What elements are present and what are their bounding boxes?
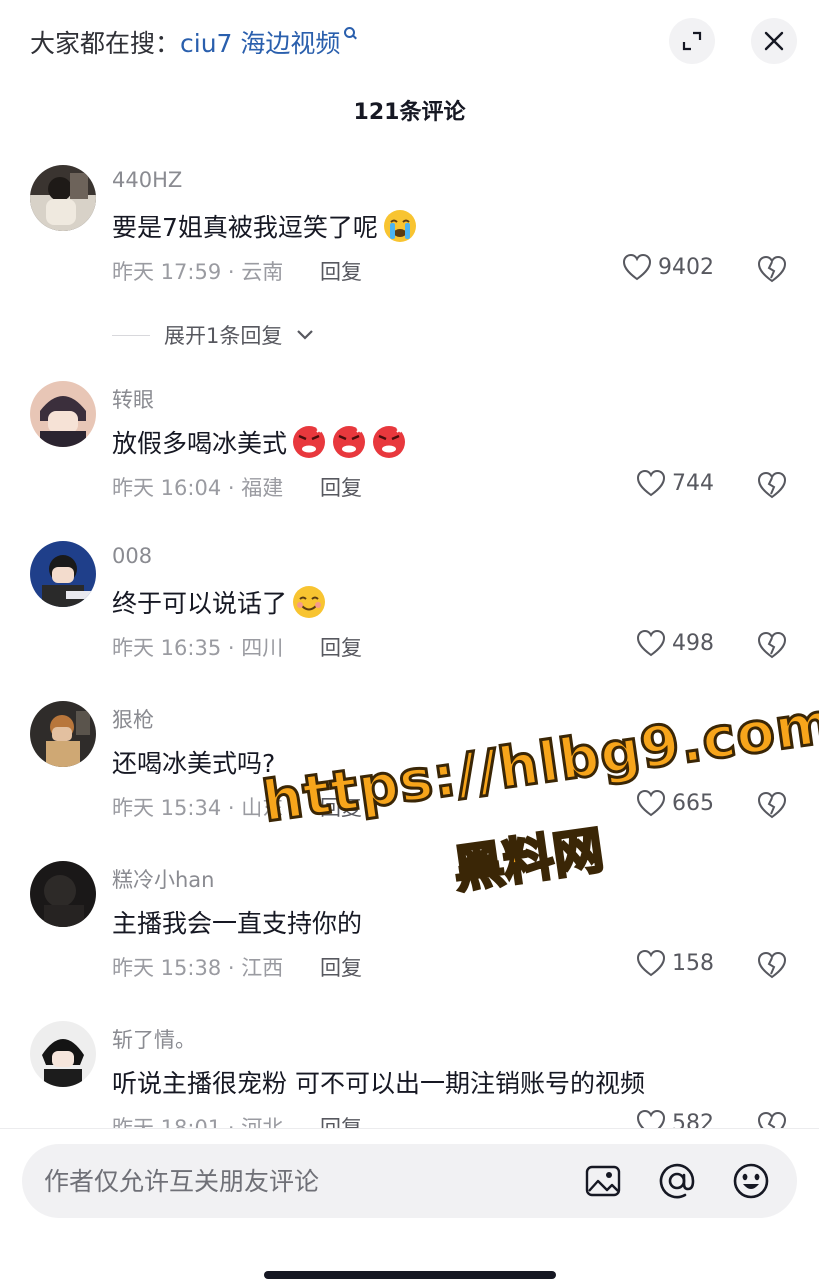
broken-heart-icon[interactable] [756,790,788,820]
comment-time-location: 昨天 17:59 · 云南 [112,260,284,284]
avatar[interactable] [30,1021,96,1087]
username[interactable]: 糕冷小han [112,864,215,894]
emoji-button[interactable] [731,1161,771,1201]
heart-outline-icon [622,253,652,281]
trending-search[interactable]: 大家都在搜：ciu7 海边视频 [30,24,356,60]
trending-search-keyword[interactable]: ciu7 海边视频 [180,29,340,58]
heart-outline-icon [636,949,666,977]
comment-text: 终于可以说话了 [112,584,327,620]
comment-text: 听说主播很宠粉 可不可以出一期注销账号的视频 [112,1069,645,1098]
image-icon [585,1165,621,1197]
divider [112,334,150,336]
comment-item: 转眼 放假多喝冰美式 昨天 16:04 · 福建 回复 744 [0,366,819,506]
reply-button[interactable]: 回复 [320,632,362,662]
expand-icon [682,31,702,51]
angry-face-emoji-icon [373,426,406,458]
heart-outline-icon [636,789,666,817]
like-count: 9402 [658,254,714,280]
expand-button[interactable] [669,18,715,64]
comment-text: 放假多喝冰美式 [112,424,407,460]
like-count: 665 [672,790,714,816]
avatar[interactable] [30,861,96,927]
comment-text: 要是7姐真被我逗笑了呢 [112,208,418,244]
avatar[interactable] [30,165,96,231]
like-count: 498 [672,630,714,656]
comment-item: 狠枪 还喝冰美式吗? 昨天 15:34 · 山东 回复 665 [0,686,819,826]
username[interactable]: 008 [112,544,152,568]
angry-face-emoji-icon [293,426,326,458]
like-button[interactable]: 665 [636,789,714,817]
reply-button[interactable]: 回复 [320,1112,362,1128]
divider [0,1128,819,1129]
at-icon [659,1163,695,1199]
mention-button[interactable] [657,1161,697,1201]
comment-item: 008 终于可以说话了 昨天 16:35 · 四川 回复 498 [0,526,819,666]
username[interactable]: 斩了情。 [112,1024,196,1054]
comment-count-title: 121条评论 [353,100,466,125]
expand-replies-label: 展开1条回复 [164,324,283,348]
username[interactable]: 440HZ [112,168,182,192]
like-button[interactable]: 744 [636,469,714,497]
search-icon [342,24,356,44]
heart-outline-icon [636,469,666,497]
home-indicator [264,1271,556,1279]
comment-time-location: 昨天 18:01 · 河北 [112,1116,284,1128]
broken-heart-icon[interactable] [756,950,788,980]
comment-time-location: 昨天 15:34 · 山东 [112,796,284,820]
image-button[interactable] [583,1161,623,1201]
trending-search-prefix: 大家都在搜： [30,29,181,58]
reply-button[interactable]: 回复 [320,952,362,982]
avatar[interactable] [30,541,96,607]
close-icon [764,31,784,51]
comment-item: 440HZ 要是7姐真被我逗笑了呢 昨天 17:59 · 云南 回复 9402 [0,150,819,290]
chevron-down-icon [297,330,314,340]
like-button[interactable]: 158 [636,949,714,977]
like-count: 158 [672,950,714,976]
broken-heart-icon[interactable] [756,254,788,284]
comment-text: 还喝冰美式吗? [112,749,276,778]
angry-face-emoji-icon [333,426,366,458]
reply-button[interactable]: 回复 [320,256,362,286]
top-bar: 大家都在搜：ciu7 海边视频 [0,0,819,84]
comment-time-location: 昨天 16:04 · 福建 [112,476,284,500]
comment-list[interactable]: 440HZ 要是7姐真被我逗笑了呢 昨天 17:59 · 云南 回复 9402 … [0,150,819,1128]
like-count: 582 [672,1110,714,1129]
like-button[interactable]: 9402 [622,253,714,281]
close-button[interactable] [751,18,797,64]
comment-text: 主播我会一直支持你的 [112,909,363,938]
avatar[interactable] [30,381,96,447]
username[interactable]: 狠枪 [112,704,154,734]
broken-heart-icon[interactable] [756,630,788,660]
comment-time-location: 昨天 15:38 · 江西 [112,956,284,980]
heart-outline-icon [636,1109,666,1128]
comment-input[interactable] [44,1144,564,1218]
comment-item: 斩了情。 听说主播很宠粉 可不可以出一期注销账号的视频 昨天 18:01 · 河… [0,1006,819,1128]
broken-heart-icon[interactable] [756,1110,788,1128]
expand-replies-button[interactable]: 展开1条回复 [112,320,314,350]
smiling-face-emoji-icon [293,586,326,618]
like-count: 744 [672,470,714,496]
username[interactable]: 转眼 [112,384,154,414]
heart-outline-icon [636,629,666,657]
avatar[interactable] [30,701,96,767]
like-button[interactable]: 582 [636,1109,714,1128]
comment-input-bar [22,1144,797,1218]
broken-heart-icon[interactable] [756,470,788,500]
comment-time-location: 昨天 16:35 · 四川 [112,636,284,660]
emoji-icon [733,1163,769,1199]
crying-face-emoji-icon [383,210,416,242]
reply-button[interactable]: 回复 [320,792,362,822]
like-button[interactable]: 498 [636,629,714,657]
reply-button[interactable]: 回复 [320,472,362,502]
comment-item: 糕冷小han 主播我会一直支持你的 昨天 15:38 · 江西 回复 158 [0,846,819,986]
